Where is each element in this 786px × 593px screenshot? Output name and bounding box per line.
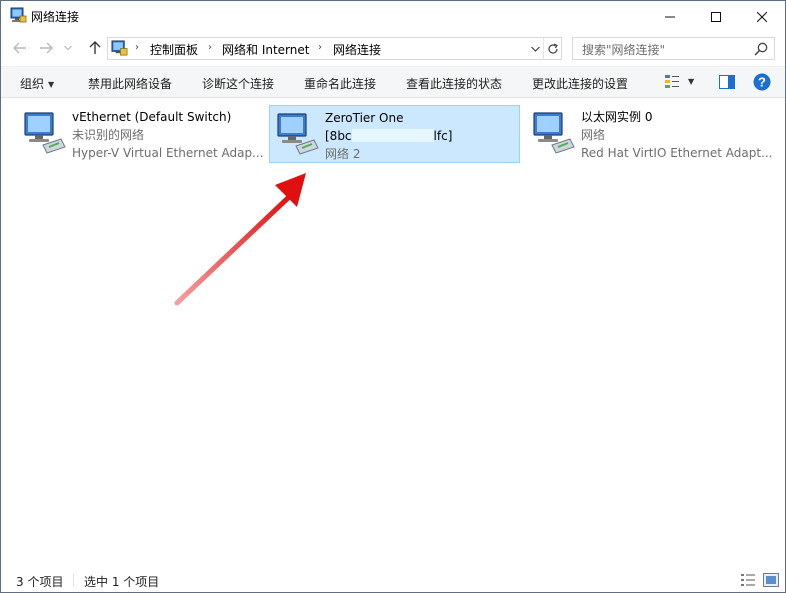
recent-locations-button[interactable] bbox=[61, 38, 75, 58]
address-row: › 控制面板 › 网络和 Internet › 网络连接 搜索"网络连接" bbox=[1, 32, 785, 64]
large-icons-view-icon[interactable] bbox=[763, 573, 779, 587]
breadcrumb-control-panel[interactable]: 控制面板 bbox=[150, 41, 198, 58]
refresh-icon bbox=[548, 42, 558, 54]
change-view-icon[interactable] bbox=[664, 74, 680, 90]
explorer-window: 网络连接 › 控制面板 › 网络和 Internet › 网络连接 搜索"网络连… bbox=[0, 0, 786, 593]
minimize-icon bbox=[665, 16, 675, 17]
status-bar: 3 个项目 选中 1 个项目 bbox=[1, 567, 785, 592]
breadcrumb-separator-icon[interactable]: › bbox=[318, 42, 322, 53]
disable-device-button[interactable]: 禁用此网络设备 bbox=[88, 75, 172, 92]
connections-list: vEthernet (Default Switch) 未识别的网络 Hyper-… bbox=[1, 99, 785, 567]
network-connections-icon bbox=[10, 7, 27, 23]
change-settings-button[interactable]: 更改此连接的设置 bbox=[532, 75, 628, 92]
search-input[interactable]: 搜索"网络连接" bbox=[572, 37, 775, 60]
maximize-icon bbox=[711, 11, 721, 22]
refresh-button[interactable] bbox=[543, 38, 562, 59]
control-panel-icon bbox=[111, 40, 128, 56]
up-button[interactable] bbox=[85, 38, 105, 58]
forward-button[interactable] bbox=[36, 38, 56, 58]
command-bar: 组织 ▼ 禁用此网络设备 诊断这个连接 重命名此连接 查看此连接的状态 更改此连接… bbox=[1, 66, 785, 98]
preview-pane-icon[interactable] bbox=[719, 75, 735, 89]
dropdown-triangle-icon: ▼ bbox=[48, 80, 55, 89]
status-divider bbox=[73, 573, 74, 587]
back-button[interactable] bbox=[10, 38, 30, 58]
view-options-dropdown-icon[interactable]: ▼ bbox=[688, 77, 694, 86]
breadcrumb-separator-icon[interactable]: › bbox=[208, 42, 212, 53]
selected-count: 选中 1 个项目 bbox=[84, 575, 160, 589]
item-count: 3 个项目 bbox=[16, 575, 64, 589]
address-dropdown-button[interactable] bbox=[528, 40, 542, 57]
chevron-down-icon bbox=[64, 45, 72, 51]
close-icon bbox=[757, 11, 767, 22]
address-bar[interactable]: › 控制面板 › 网络和 Internet › 网络连接 bbox=[107, 37, 562, 60]
arrow-left-icon bbox=[13, 42, 26, 54]
arrow-up-icon bbox=[89, 41, 101, 54]
annotation-arrow-icon bbox=[174, 173, 306, 306]
details-view-icon[interactable] bbox=[740, 573, 756, 587]
minimize-button[interactable] bbox=[647, 1, 693, 32]
title-bar[interactable]: 网络连接 bbox=[1, 1, 785, 32]
diagnose-connection-button[interactable]: 诊断这个连接 bbox=[202, 75, 274, 92]
organize-menu-button[interactable]: 组织 ▼ bbox=[20, 75, 54, 92]
view-status-button[interactable]: 查看此连接的状态 bbox=[406, 75, 502, 92]
arrow-right-icon bbox=[40, 42, 53, 54]
rename-connection-button[interactable]: 重命名此连接 bbox=[304, 75, 376, 92]
help-icon[interactable]: ? bbox=[753, 73, 771, 91]
search-icon[interactable] bbox=[753, 41, 769, 57]
organize-label: 组织 bbox=[20, 77, 45, 91]
window-title: 网络连接 bbox=[31, 10, 80, 24]
search-placeholder: 搜索"网络连接" bbox=[582, 43, 666, 57]
svg-text:?: ? bbox=[758, 75, 766, 90]
chevron-down-icon bbox=[530, 46, 540, 52]
maximize-button[interactable] bbox=[693, 1, 739, 32]
breadcrumb-separator-icon[interactable]: › bbox=[135, 42, 139, 53]
breadcrumb-network-internet[interactable]: 网络和 Internet bbox=[222, 41, 309, 58]
close-button[interactable] bbox=[739, 1, 785, 32]
breadcrumb-network-connections[interactable]: 网络连接 bbox=[333, 41, 381, 58]
